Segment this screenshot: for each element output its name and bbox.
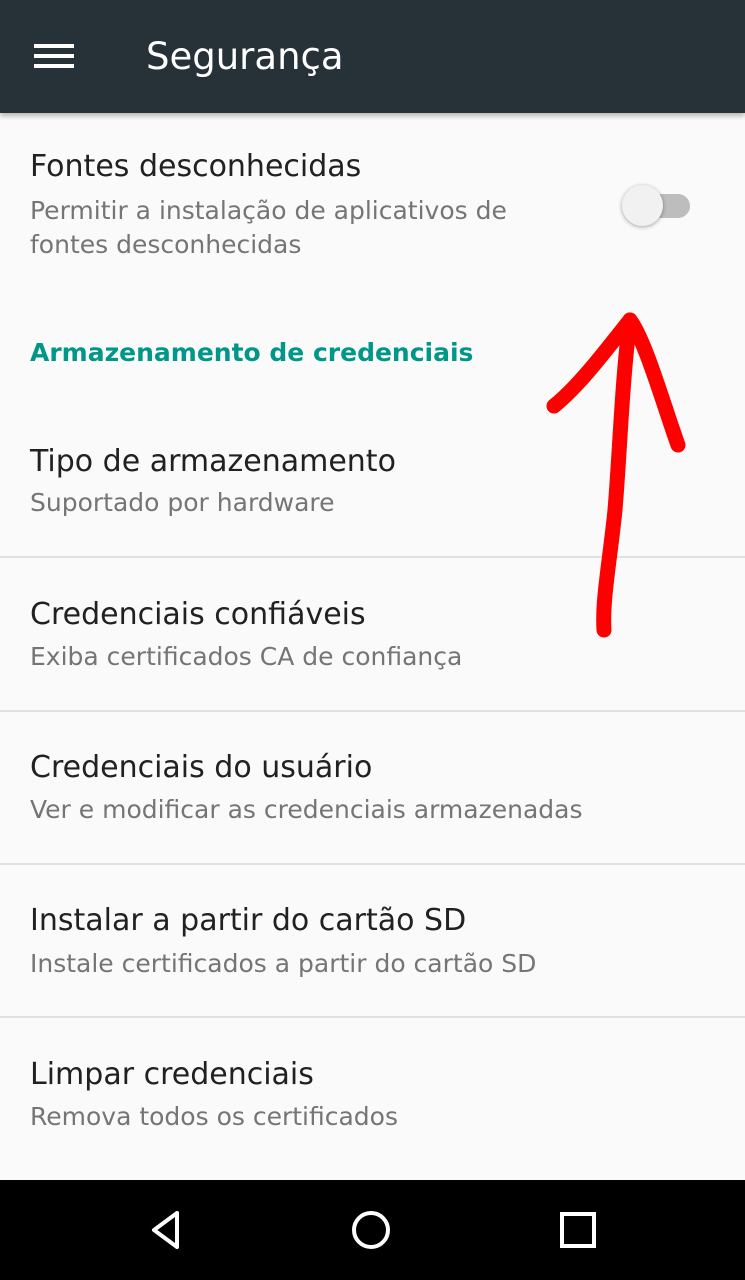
setting-title: Credenciais do usuário bbox=[30, 750, 373, 785]
home-circle-icon[interactable] bbox=[346, 1205, 396, 1255]
back-triangle-icon[interactable] bbox=[144, 1205, 194, 1255]
setting-install-from-sd[interactable]: Instalar a partir do cartão SD Instale c… bbox=[0, 865, 745, 1016]
setting-title: Tipo de armazenamento bbox=[30, 444, 396, 479]
system-navigation-bar bbox=[0, 1180, 745, 1280]
hamburger-menu-icon[interactable] bbox=[34, 41, 74, 71]
recents-square-icon[interactable] bbox=[553, 1205, 603, 1255]
setting-summary: Instale certificados a partir do cartão … bbox=[30, 949, 537, 978]
page-title: Segurança bbox=[146, 35, 344, 78]
red-annotation-arrow-icon bbox=[546, 312, 686, 638]
setting-summary: Suportado por hardware bbox=[30, 488, 335, 517]
setting-summary: Ver e modificar as credenciais armazenad… bbox=[30, 795, 583, 824]
setting-title: Fontes desconhecidas bbox=[30, 149, 362, 184]
setting-title: Limpar credenciais bbox=[30, 1057, 314, 1092]
section-header-credential-storage: Armazenamento de credenciais bbox=[30, 338, 474, 367]
setting-clear-credentials[interactable]: Limpar credenciais Remova todos os certi… bbox=[0, 1018, 745, 1178]
setting-title: Credenciais confiáveis bbox=[30, 597, 366, 632]
toggle-thumb bbox=[622, 185, 663, 226]
setting-title: Instalar a partir do cartão SD bbox=[30, 903, 467, 938]
setting-summary: Exiba certificados CA de confiança bbox=[30, 642, 463, 671]
setting-summary: Permitir a instalação de aplicativos de … bbox=[30, 196, 507, 259]
unknown-sources-toggle[interactable] bbox=[622, 184, 690, 228]
setting-user-credentials[interactable]: Credenciais do usuário Ver e modificar a… bbox=[0, 712, 745, 862]
app-toolbar: Segurança bbox=[0, 0, 745, 113]
setting-summary: Remova todos os certificados bbox=[30, 1102, 398, 1131]
